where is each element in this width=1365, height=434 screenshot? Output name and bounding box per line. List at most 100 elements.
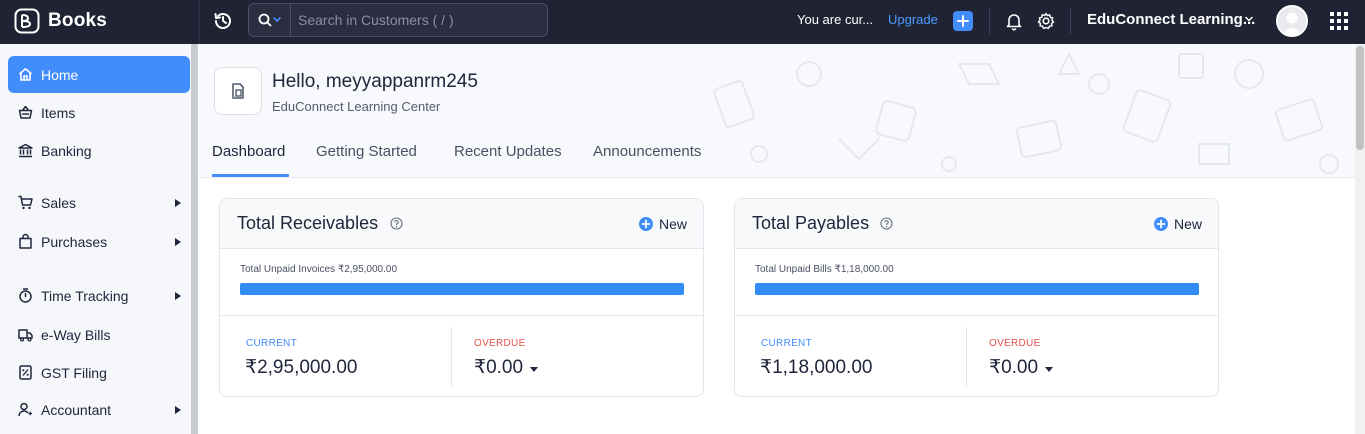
current-label: CURRENT <box>246 338 297 349</box>
plus-circle-icon <box>1153 217 1168 231</box>
topbar-divider <box>199 0 200 44</box>
receivables-progress-bar <box>240 283 684 295</box>
sidebar-item-label: Purchases <box>41 233 108 250</box>
stopwatch-icon <box>19 288 32 303</box>
current-label: CURRENT <box>761 338 812 349</box>
app-grid-icon[interactable] <box>1330 12 1348 30</box>
sidebar-scrollbar[interactable] <box>191 44 198 434</box>
unpaid-total-label: Total Unpaid Invoices ₹2,95,000.00 <box>240 264 398 275</box>
cart-icon <box>18 195 33 210</box>
home-icon <box>18 68 33 81</box>
app-name: Books <box>48 10 108 31</box>
tab-getting-started[interactable]: Getting Started <box>316 143 417 160</box>
column-divider <box>966 327 967 387</box>
plus-icon <box>957 15 969 27</box>
upgrade-link[interactable]: Upgrade <box>888 12 938 27</box>
caret-down-icon[interactable] <box>530 367 538 372</box>
organization-logo[interactable] <box>214 67 262 115</box>
overdue-amount[interactable]: ₹0.00 <box>474 356 523 379</box>
sidebar: Home Items Banking Sales Purchases Time … <box>0 44 191 434</box>
dashboard-header: Hello, meyyappanrm245 EduConnect Learnin… <box>199 44 1355 178</box>
chevron-right-icon <box>175 406 181 414</box>
percent-doc-icon <box>19 365 32 380</box>
user-avatar[interactable] <box>1276 5 1308 37</box>
progress-fill <box>240 283 684 295</box>
top-bar: Books You are cur... Upgrade EduConnect … <box>0 0 1365 44</box>
sidebar-item-time-tracking[interactable]: Time Tracking <box>8 277 190 314</box>
receivables-card: Total Receivables New Total Unpaid Invoi… <box>219 198 704 397</box>
overdue-label: OVERDUE <box>474 338 526 349</box>
topbar-separator <box>1070 8 1071 34</box>
caret-down-icon[interactable] <box>1045 367 1053 372</box>
building-doc-icon <box>232 83 244 99</box>
tab-dashboard[interactable]: Dashboard <box>212 143 285 160</box>
sidebar-item-label: Sales <box>41 194 77 211</box>
sidebar-item-label: Items <box>41 104 76 121</box>
sidebar-item-label: Accountant <box>41 401 112 418</box>
books-logo-icon <box>14 8 40 34</box>
recent-history-icon[interactable] <box>212 10 234 32</box>
trial-status-text: You are cur... <box>797 12 874 27</box>
bag-icon <box>19 233 32 249</box>
sidebar-item-label: Banking <box>41 142 92 159</box>
column-divider <box>451 327 452 387</box>
chevron-down-icon[interactable] <box>1244 14 1254 24</box>
sidebar-item-label: GST Filing <box>41 364 107 381</box>
sidebar-item-label: Home <box>41 66 79 83</box>
search-scope-button[interactable] <box>249 4 291 36</box>
main-content: Hello, meyyappanrm245 EduConnect Learnin… <box>199 44 1355 434</box>
tab-announcements[interactable]: Announcements <box>593 143 701 160</box>
bank-icon <box>18 143 33 158</box>
sidebar-item-home[interactable]: Home <box>8 56 190 93</box>
main-scrollbar-thumb[interactable] <box>1356 46 1364 150</box>
sidebar-item-e-way-bills[interactable]: e-Way Bills <box>8 316 190 353</box>
active-tab-indicator <box>212 174 289 177</box>
organization-name: EduConnect Learning Center <box>272 99 441 114</box>
gear-icon[interactable] <box>1036 11 1056 31</box>
current-amount: ₹1,18,000.00 <box>760 357 873 378</box>
sidebar-item-purchases[interactable]: Purchases <box>8 223 190 260</box>
help-icon[interactable] <box>390 217 403 230</box>
greeting-title: Hello, meyyappanrm245 <box>272 71 478 92</box>
sidebar-item-gst-filing[interactable]: GST Filing <box>8 354 190 391</box>
chevron-right-icon <box>175 199 181 207</box>
chevron-right-icon <box>175 292 181 300</box>
overdue-label: OVERDUE <box>989 338 1041 349</box>
sidebar-item-sales[interactable]: Sales <box>8 184 190 221</box>
search-bar <box>248 3 548 37</box>
card-title: Total Payables <box>752 213 870 233</box>
sidebar-item-banking[interactable]: Banking <box>8 132 190 169</box>
brand[interactable]: Books <box>14 7 107 35</box>
unpaid-total-label: Total Unpaid Bills ₹1,18,000.00 <box>755 264 894 275</box>
payables-card: Total Payables New Total Unpaid Bills ₹1… <box>734 198 1219 397</box>
payables-progress-bar <box>755 283 1199 295</box>
current-amount: ₹2,95,000.00 <box>245 357 358 378</box>
basket-icon <box>18 105 33 119</box>
plus-circle-icon <box>638 217 653 231</box>
search-input[interactable] <box>291 12 547 28</box>
sidebar-item-items[interactable]: Items <box>8 94 190 131</box>
sidebar-item-label: e-Way Bills <box>41 326 111 343</box>
truck-icon <box>18 329 33 342</box>
bell-icon[interactable] <box>1004 11 1024 31</box>
user-icon <box>1278 7 1306 35</box>
topbar-separator <box>989 8 990 34</box>
sidebar-item-label: Time Tracking <box>41 287 129 304</box>
new-button-label: New <box>658 216 687 232</box>
new-invoice-button[interactable]: New <box>638 216 687 232</box>
accountant-icon <box>18 402 32 417</box>
card-divider <box>220 315 703 316</box>
organization-switcher[interactable]: EduConnect Learning... <box>1087 11 1255 28</box>
help-icon[interactable] <box>880 217 893 230</box>
tab-recent-updates[interactable]: Recent Updates <box>454 143 562 160</box>
card-divider <box>735 315 1218 316</box>
card-header: Total Receivables New <box>220 199 703 249</box>
chevron-right-icon <box>175 238 181 246</box>
overdue-amount[interactable]: ₹0.00 <box>989 356 1038 379</box>
quick-create-button[interactable] <box>953 11 973 31</box>
new-bill-button[interactable]: New <box>1153 216 1202 232</box>
new-button-label: New <box>1173 216 1202 232</box>
progress-fill <box>755 283 1199 295</box>
sidebar-item-accountant[interactable]: Accountant <box>8 391 190 428</box>
search-icon <box>258 13 281 27</box>
